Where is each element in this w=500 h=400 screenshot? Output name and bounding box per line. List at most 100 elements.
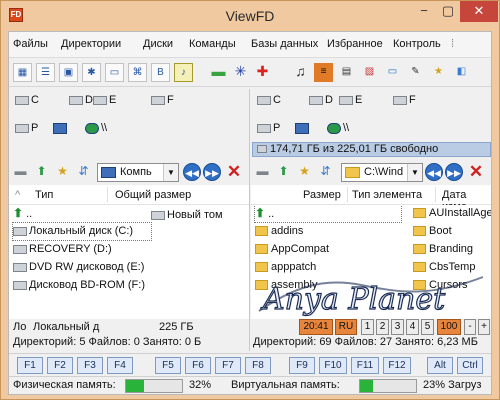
hdd-icon[interactable]: ▬	[254, 163, 271, 180]
list-item-folder[interactable]: addins	[255, 223, 303, 240]
image-view-icon[interactable]: ▣	[59, 63, 78, 82]
table-view-icon[interactable]: ▦	[13, 63, 32, 82]
monitor-icon[interactable]: ▭	[105, 63, 124, 82]
chip-icon[interactable]: ◧	[452, 63, 471, 82]
network-computer-right[interactable]	[295, 122, 311, 134]
chevron-down-icon[interactable]: ▼	[407, 164, 422, 181]
forward-icon[interactable]: ▶▶	[445, 163, 463, 181]
f2-button[interactable]: F2	[47, 357, 73, 374]
page-1-button[interactable]: 1	[361, 319, 374, 335]
f11-button[interactable]: F11	[351, 357, 379, 374]
column-divider[interactable]	[435, 187, 436, 202]
zoom-out-button[interactable]: -	[464, 319, 476, 335]
folder-up-icon[interactable]: ⬆	[275, 163, 292, 180]
col-type[interactable]: Тип	[35, 189, 53, 201]
close-icon[interactable]: ✕	[225, 162, 243, 181]
column-divider[interactable]	[107, 187, 108, 202]
network-computer-left[interactable]	[53, 122, 69, 134]
page-4-button[interactable]: 4	[406, 319, 419, 335]
cmd-icon[interactable]: ⌘	[128, 63, 147, 82]
card-icon[interactable]: ▭	[383, 63, 402, 82]
forward-icon[interactable]: ▶▶	[203, 163, 221, 181]
list-item-drive-f[interactable]: Дисковод BD-ROM (F:)	[13, 277, 145, 294]
list-item-up[interactable]: ⬆..	[13, 205, 32, 222]
list-item-folder[interactable]: Cursors	[413, 277, 468, 294]
favorite-star-icon[interactable]: ★	[296, 163, 313, 180]
drive-c-left[interactable]: C	[15, 94, 39, 106]
page-2-button[interactable]: 2	[376, 319, 389, 335]
column-divider[interactable]	[347, 187, 348, 202]
back-icon[interactable]: ◀◀	[183, 163, 201, 181]
menu-favorites[interactable]: Избранное	[327, 38, 383, 50]
network-share-right[interactable]: \\	[327, 122, 349, 134]
plus-icon[interactable]: ✚	[253, 63, 272, 82]
menu-directories[interactable]: Директории	[61, 38, 121, 50]
title-bar[interactable]: FD ViewFD − ▢ ✕	[1, 1, 499, 31]
f1-button[interactable]: F1	[17, 357, 43, 374]
maximize-button[interactable]: ▢	[436, 1, 460, 22]
right-path-combo[interactable]: C:\Wind ▼	[341, 163, 423, 182]
menu-control[interactable]: Контроль	[393, 38, 441, 50]
f7-button[interactable]: F7	[215, 357, 241, 374]
list-item-drive-c[interactable]: Локальный диск (C:)	[12, 222, 152, 241]
drive-f-right[interactable]: F	[393, 94, 416, 106]
menu-files[interactable]: Файлы	[13, 38, 48, 50]
menu-commands[interactable]: Команды	[189, 38, 236, 50]
list-item-folder[interactable]: AppCompat	[255, 241, 329, 258]
drive-d-left[interactable]: D	[69, 94, 93, 106]
bulb-icon[interactable]: ✱	[82, 63, 101, 82]
drive-p-right[interactable]: P	[257, 122, 280, 134]
f6-button[interactable]: F6	[185, 357, 211, 374]
network-share-left[interactable]: \\	[85, 122, 107, 134]
close-icon[interactable]: ✕	[467, 162, 485, 181]
f9-button[interactable]: F9	[289, 357, 315, 374]
alt-button[interactable]: Alt	[427, 357, 453, 374]
list-item-folder[interactable]: Boot	[413, 223, 452, 240]
f12-button[interactable]: F12	[383, 357, 411, 374]
pencil-icon[interactable]: ✎	[406, 63, 425, 82]
drive-e-left[interactable]: E	[93, 94, 116, 106]
list-item-folder[interactable]: CbsTemp	[413, 259, 475, 276]
film-icon[interactable]: ▨	[360, 63, 379, 82]
star-icon[interactable]: ★	[429, 63, 448, 82]
sync-icon[interactable]: ⇵	[75, 163, 92, 180]
minus-icon[interactable]: ▬	[209, 63, 228, 82]
list-item-drive-e[interactable]: DVD RW дисковод (E:)	[13, 259, 144, 276]
hdd-icon[interactable]: ▬	[12, 163, 29, 180]
list-item-drive-d[interactable]: RECOVERY (D:)	[13, 241, 112, 258]
f5-button[interactable]: F5	[155, 357, 181, 374]
stripes-icon[interactable]: ≡	[314, 63, 333, 82]
music-icon[interactable]: ♫	[291, 63, 310, 82]
close-button[interactable]: ✕	[460, 1, 498, 22]
minimize-button[interactable]: −	[412, 1, 436, 22]
menu-databases[interactable]: Базы данных	[251, 38, 318, 50]
sound-icon[interactable]: ♪	[174, 63, 193, 82]
col-size[interactable]: Размер	[303, 189, 341, 201]
menu-disks[interactable]: Диски	[143, 38, 173, 50]
ctrl-button[interactable]: Ctrl	[457, 357, 483, 374]
back-icon[interactable]: ◀◀	[425, 163, 443, 181]
list-item-folder[interactable]: AUInstallAgen	[413, 205, 491, 222]
chevron-down-icon[interactable]: ▼	[163, 164, 178, 181]
list-item-folder[interactable]: apppatch	[255, 259, 316, 276]
panel-splitter[interactable]	[249, 89, 250, 351]
f3-button[interactable]: F3	[77, 357, 103, 374]
drive-f-left[interactable]: F	[151, 94, 174, 106]
col-item-type[interactable]: Тип элемента	[352, 189, 422, 201]
sync-icon[interactable]: ⇵	[317, 163, 334, 180]
bold-icon[interactable]: B	[151, 63, 170, 82]
list-item-new-volume[interactable]: Новый том	[151, 207, 223, 224]
zoom-badge[interactable]: 100	[437, 319, 461, 335]
language-badge[interactable]: RU	[335, 319, 357, 335]
asterisk-icon[interactable]: ✳	[231, 63, 250, 82]
page-3-button[interactable]: 3	[391, 319, 404, 335]
col-total-size[interactable]: Общий размер	[115, 189, 191, 201]
grid-icon[interactable]: ▤	[337, 63, 356, 82]
drive-p-left[interactable]: P	[15, 122, 38, 134]
page-5-button[interactable]: 5	[421, 319, 434, 335]
f8-button[interactable]: F8	[245, 357, 271, 374]
drive-d-right[interactable]: D	[309, 94, 333, 106]
list-view-icon[interactable]: ☰	[36, 63, 55, 82]
list-item-folder[interactable]: Branding	[413, 241, 473, 258]
drive-e-right[interactable]: E	[339, 94, 362, 106]
